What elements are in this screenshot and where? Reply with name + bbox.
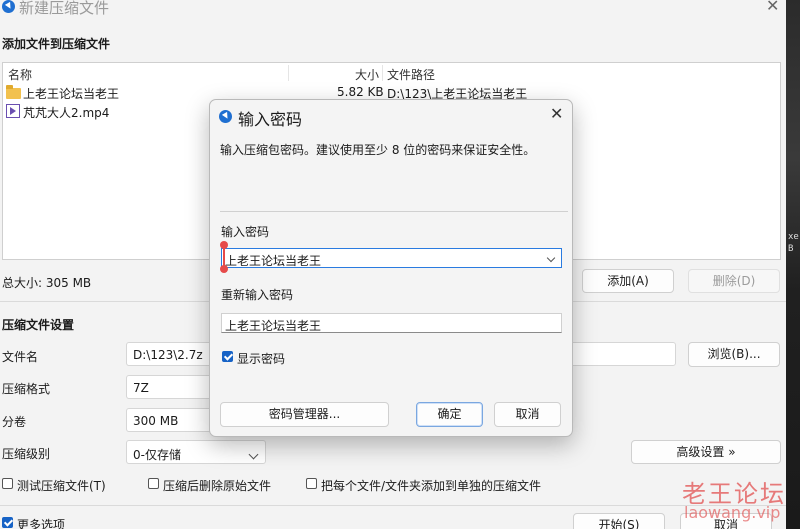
total-size-label: 总大小: 305 MB	[2, 276, 92, 290]
start-button[interactable]: 开始(S)	[573, 513, 665, 529]
confirm-password-input[interactable]: 上老王论坛当老王	[221, 313, 562, 333]
add-files-section-title: 添加文件到压缩文件	[2, 37, 111, 51]
format-label: 压缩格式	[2, 382, 51, 396]
file-name: 芃芃大人2.mp4	[23, 106, 110, 120]
dialog-title: 输入密码	[238, 110, 303, 129]
folder-icon	[6, 85, 21, 99]
column-separator	[288, 65, 289, 81]
separate-archives-label[interactable]: 把每个文件/文件夹添加到单独的压缩文件	[321, 477, 541, 494]
cursor-marker-icon	[220, 265, 228, 273]
test-archive-label[interactable]: 测试压缩文件(T)	[17, 477, 106, 494]
window-close-icon[interactable]: ✕	[766, 0, 779, 15]
level-select[interactable]: 0-仅存储	[126, 440, 266, 464]
7zip-app-icon	[219, 110, 232, 123]
remove-button[interactable]: 删除(D)	[688, 269, 780, 293]
add-button[interactable]: 添加(A)	[582, 269, 674, 293]
file-size: 5.82 KB	[337, 85, 384, 99]
password-dialog: 输入密码 ✕ 输入压缩包密码。建议使用至少 8 位的密码来保证安全性。 输入密码…	[209, 99, 573, 437]
column-separator	[382, 65, 383, 81]
level-label: 压缩级别	[2, 447, 51, 461]
video-file-icon	[6, 104, 20, 118]
separate-archives-checkbox[interactable]	[306, 478, 317, 489]
password-label: 输入密码	[221, 225, 270, 239]
confirm-password-label: 重新输入密码	[221, 288, 294, 302]
dialog-description: 输入压缩包密码。建议使用至少 8 位的密码来保证安全性。	[220, 143, 536, 157]
more-options-checkbox[interactable]	[2, 517, 13, 528]
show-password-checkbox[interactable]	[222, 351, 233, 362]
password-manager-button[interactable]: 密码管理器...	[220, 402, 389, 427]
delete-after-label[interactable]: 压缩后删除原始文件	[163, 477, 271, 494]
divider	[220, 211, 568, 212]
strip-text: B	[788, 244, 794, 254]
dialog-cancel-button[interactable]: 取消	[494, 402, 561, 427]
7zip-app-icon	[2, 0, 15, 13]
strip-text: xe	[788, 232, 799, 242]
file-name: 上老王论坛当老王	[23, 87, 120, 101]
background-window-strip: xe B	[786, 0, 800, 529]
window-title: 新建压缩文件	[19, 0, 110, 17]
delete-after-checkbox[interactable]	[148, 478, 159, 489]
text-cursor-icon	[223, 246, 225, 266]
filename-label: 文件名	[2, 350, 39, 364]
settings-section-title: 压缩文件设置	[2, 318, 75, 332]
more-options-label[interactable]: 更多选项	[17, 516, 65, 529]
dialog-close-icon[interactable]: ✕	[550, 104, 563, 123]
column-header-size[interactable]: 大小	[355, 66, 379, 83]
volume-label: 分卷	[2, 415, 27, 429]
password-input[interactable]: 上老王论坛当老王	[221, 248, 562, 268]
browse-button[interactable]: 浏览(B)...	[688, 342, 780, 367]
column-header-path[interactable]: 文件路径	[387, 66, 435, 83]
column-header-name[interactable]: 名称	[8, 66, 32, 83]
test-archive-checkbox[interactable]	[2, 478, 13, 489]
advanced-settings-button[interactable]: 高级设置 »	[631, 440, 781, 464]
watermark-url: laowang.vip	[684, 503, 781, 522]
ok-button[interactable]: 确定	[416, 402, 483, 427]
show-password-label[interactable]: 显示密码	[237, 350, 285, 367]
divider	[0, 505, 786, 506]
